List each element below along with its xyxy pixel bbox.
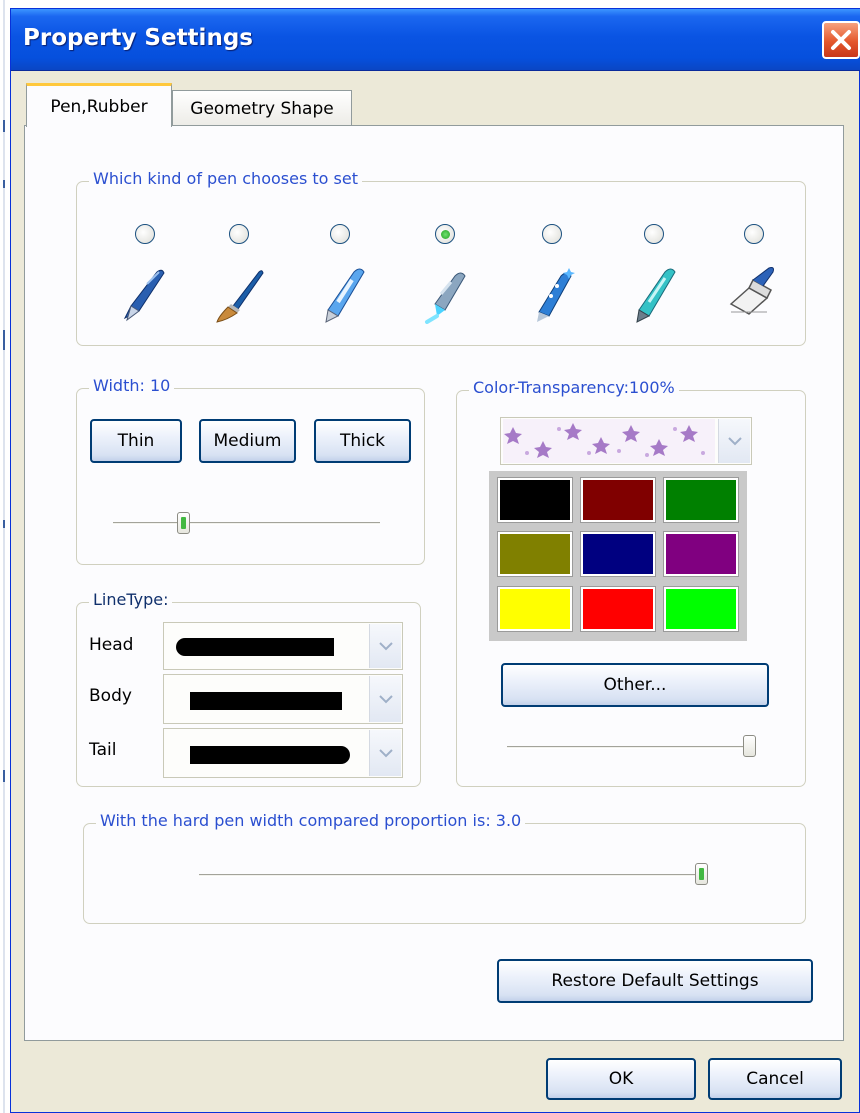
texture-dropdown-button[interactable] bbox=[718, 419, 750, 463]
swatch-lime[interactable] bbox=[664, 587, 738, 631]
swatch-dark-red[interactable] bbox=[581, 478, 655, 522]
head-dropdown-button[interactable] bbox=[369, 624, 401, 668]
chevron-down-icon bbox=[379, 749, 393, 758]
swatch-olive[interactable] bbox=[498, 532, 572, 576]
linetype-legend: LineType: bbox=[89, 590, 173, 609]
swatch-green[interactable] bbox=[664, 478, 738, 522]
close-icon bbox=[831, 30, 851, 50]
pen-radio-5[interactable] bbox=[542, 224, 562, 244]
proportion-slider-track[interactable] bbox=[199, 874, 707, 877]
sparkle-pen-icon[interactable] bbox=[527, 264, 577, 324]
pen-radio-4[interactable] bbox=[435, 224, 455, 244]
proportion-slider-thumb[interactable] bbox=[695, 863, 708, 885]
ballpoint-pen-icon[interactable] bbox=[117, 264, 167, 324]
swatch-red[interactable] bbox=[581, 587, 655, 631]
eraser-icon[interactable] bbox=[727, 264, 777, 324]
background-window-edge bbox=[0, 0, 10, 1113]
tail-stroke-preview bbox=[190, 746, 350, 764]
pen-radio-1[interactable] bbox=[135, 224, 155, 244]
transparency-slider-thumb[interactable] bbox=[743, 735, 756, 757]
head-linetype-select[interactable] bbox=[163, 622, 403, 670]
thin-button[interactable]: Thin bbox=[90, 419, 182, 463]
chevron-down-icon bbox=[379, 695, 393, 704]
swatch-purple[interactable] bbox=[664, 532, 738, 576]
color-swatch-grid bbox=[489, 471, 747, 641]
head-label: Head bbox=[89, 635, 134, 655]
title-bar[interactable]: Property Settings bbox=[11, 9, 860, 71]
proportion-legend: With the hard pen width compared proport… bbox=[96, 811, 526, 830]
pen-radio-7[interactable] bbox=[744, 224, 764, 244]
tail-linetype-select[interactable] bbox=[163, 728, 403, 778]
light-pen-icon[interactable] bbox=[421, 264, 471, 324]
transparency-slider-track[interactable] bbox=[507, 746, 753, 749]
head-stroke-preview bbox=[176, 638, 334, 656]
width-legend: Width: 10 bbox=[89, 376, 175, 395]
body-linetype-select[interactable] bbox=[163, 674, 403, 724]
window-title: Property Settings bbox=[23, 25, 253, 51]
pen-radio-3[interactable] bbox=[330, 224, 350, 244]
pen-radio-6[interactable] bbox=[644, 224, 664, 244]
radio-selected-dot bbox=[441, 230, 450, 239]
body-label: Body bbox=[89, 686, 132, 706]
restore-default-settings-button[interactable]: Restore Default Settings bbox=[497, 959, 813, 1003]
highlighter-pen-icon[interactable] bbox=[318, 264, 368, 324]
width-slider-track[interactable] bbox=[113, 522, 380, 525]
chevron-down-icon bbox=[379, 642, 393, 651]
cancel-button[interactable]: Cancel bbox=[708, 1058, 842, 1100]
swatch-yellow[interactable] bbox=[498, 587, 572, 631]
swatch-black[interactable] bbox=[498, 478, 572, 522]
color-transparency-legend: Color-Transparency:100% bbox=[469, 378, 679, 397]
chevron-down-icon bbox=[728, 437, 742, 446]
brush-texture-select[interactable] bbox=[500, 417, 752, 465]
tail-label: Tail bbox=[89, 740, 117, 760]
width-slider-thumb[interactable] bbox=[177, 512, 190, 534]
medium-button[interactable]: Medium bbox=[199, 419, 296, 463]
pen-radio-2[interactable] bbox=[229, 224, 249, 244]
width-group: Width: 10 bbox=[76, 376, 425, 565]
body-dropdown-button[interactable] bbox=[369, 676, 401, 722]
close-button[interactable] bbox=[822, 21, 860, 59]
other-color-button[interactable]: Other... bbox=[501, 663, 769, 707]
pen-kind-legend: Which kind of pen chooses to set bbox=[89, 169, 362, 188]
tab-geometry-shape[interactable]: Geometry Shape bbox=[172, 90, 352, 127]
texture-preview bbox=[503, 419, 715, 463]
paint-brush-icon[interactable] bbox=[215, 264, 265, 324]
marker-pen-icon[interactable] bbox=[629, 264, 679, 324]
property-settings-dialog: Property Settings Pen,Rubber Geometry Sh… bbox=[10, 8, 860, 1113]
ok-button[interactable]: OK bbox=[546, 1058, 696, 1100]
thick-button[interactable]: Thick bbox=[314, 419, 411, 463]
body-stroke-preview bbox=[190, 692, 342, 710]
swatch-navy[interactable] bbox=[581, 532, 655, 576]
tail-dropdown-button[interactable] bbox=[369, 730, 401, 776]
tab-pen-rubber[interactable]: Pen,Rubber bbox=[26, 83, 172, 127]
